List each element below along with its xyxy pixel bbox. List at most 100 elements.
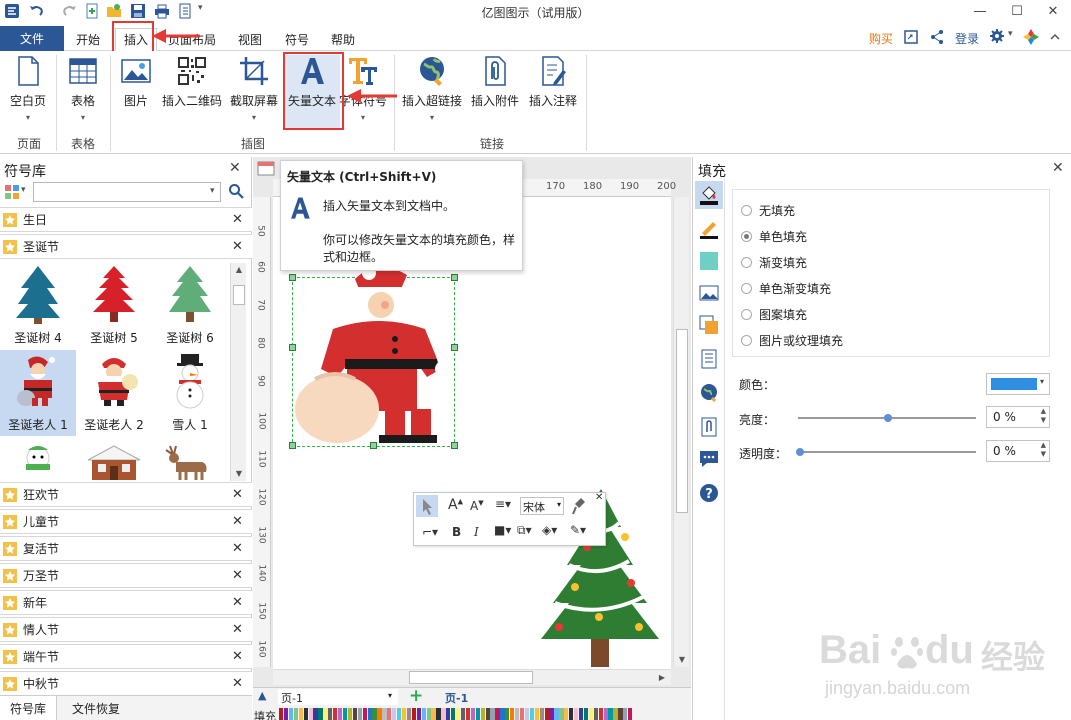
- symbol-snowman-1[interactable]: 雪人 1: [152, 350, 228, 436]
- fill-color-button[interactable]: ◈▾: [542, 523, 557, 537]
- snowman-green-icon[interactable]: [18, 444, 58, 480]
- page-properties-icon[interactable]: [699, 349, 719, 369]
- house-icon[interactable]: [86, 444, 142, 480]
- brightness-slider-knob[interactable]: [884, 414, 892, 422]
- hyperlink-dropdown-icon[interactable]: ▾: [430, 113, 434, 122]
- radio-button[interactable]: [741, 309, 752, 320]
- brightness-slider[interactable]: [798, 414, 976, 422]
- spin-arrows-icon[interactable]: ▲ ▼: [1041, 407, 1046, 425]
- decrease-font-button[interactable]: A▼: [470, 499, 484, 513]
- tab-help[interactable]: 帮助: [323, 28, 363, 51]
- palette-swatch[interactable]: [431, 708, 436, 720]
- tab-view[interactable]: 视图: [230, 28, 270, 51]
- shadow-style-icon[interactable]: [699, 251, 719, 271]
- table-button[interactable]: 表格 ▾: [62, 55, 104, 122]
- palette-swatch[interactable]: [406, 708, 412, 720]
- fill-option-gradient[interactable]: 渐变填充: [741, 254, 807, 271]
- scroll-right-icon[interactable]: ▶: [655, 671, 669, 685]
- radio-button-selected[interactable]: [741, 231, 752, 242]
- palette-swatch[interactable]: [367, 708, 372, 720]
- connector-button[interactable]: ⌐▾: [422, 525, 438, 539]
- scrollbar-thumb[interactable]: [233, 285, 245, 305]
- page-select-dropdown-icon[interactable]: ▾: [388, 691, 392, 700]
- tab-home[interactable]: 开始: [68, 28, 108, 51]
- font-dropdown-icon[interactable]: ▾: [557, 500, 561, 509]
- brightness-input[interactable]: 0 % ▲ ▼: [986, 406, 1050, 428]
- palette-swatch[interactable]: [539, 708, 544, 720]
- search-dropdown-icon[interactable]: ▾: [210, 186, 215, 196]
- font-symbol-dropdown-icon[interactable]: ▾: [361, 113, 365, 122]
- palette-swatch[interactable]: [333, 708, 338, 720]
- palette-swatch[interactable]: [623, 708, 628, 720]
- close-category-icon[interactable]: ✕: [232, 676, 243, 691]
- palette-swatch[interactable]: [441, 708, 446, 720]
- theme-icon[interactable]: [1022, 28, 1040, 46]
- library-menu-icon[interactable]: [4, 184, 20, 200]
- add-page-button[interactable]: +: [409, 686, 423, 706]
- close-category-icon[interactable]: ✕: [232, 649, 243, 664]
- palette-swatch[interactable]: [603, 708, 608, 720]
- palette-swatch[interactable]: [328, 708, 333, 720]
- maximize-button[interactable]: ☐: [1000, 0, 1034, 22]
- help-icon[interactable]: ?: [699, 483, 719, 503]
- palette-swatch[interactable]: [569, 708, 574, 720]
- palette-swatch[interactable]: [293, 708, 299, 720]
- palette-swatch[interactable]: [456, 708, 461, 720]
- document-tab-icon[interactable]: [257, 160, 275, 176]
- color-picker[interactable]: ▾: [986, 373, 1050, 395]
- palette-swatch[interactable]: [500, 708, 505, 720]
- tab-file[interactable]: 文件: [0, 26, 64, 51]
- bold-button[interactable]: B: [452, 525, 461, 539]
- palette-swatch[interactable]: [446, 708, 451, 720]
- insert-attachment-button[interactable]: 插入附件: [468, 55, 522, 109]
- palette-swatch[interactable]: [318, 708, 323, 720]
- palette-swatch[interactable]: [279, 708, 284, 720]
- palette-swatch[interactable]: [283, 708, 289, 720]
- color-palette[interactable]: [279, 708, 633, 720]
- scroll-down-icon[interactable]: ▼: [675, 653, 689, 667]
- screenshot-dropdown-icon[interactable]: ▾: [252, 113, 256, 122]
- palette-swatch[interactable]: [362, 708, 367, 720]
- radio-button[interactable]: [741, 257, 752, 268]
- align-button[interactable]: ≡▾: [495, 497, 511, 511]
- vscroll-thumb[interactable]: [676, 329, 688, 513]
- palette-swatch[interactable]: [608, 708, 613, 720]
- page-tab-1[interactable]: 页-1: [445, 690, 468, 706]
- palette-swatch[interactable]: [583, 708, 589, 720]
- fill-option-none[interactable]: 无填充: [741, 202, 795, 219]
- close-icon[interactable]: ✕: [1052, 160, 1064, 176]
- increase-font-button[interactable]: A▲: [448, 497, 463, 513]
- table-dropdown-icon[interactable]: ▾: [81, 113, 85, 122]
- palette-swatch[interactable]: [313, 708, 318, 720]
- reindeer-icon[interactable]: [162, 444, 212, 480]
- buy-link[interactable]: 购买: [869, 30, 893, 47]
- library-menu-dropdown-icon[interactable]: ▾: [21, 185, 26, 195]
- close-category-icon[interactable]: ✕: [232, 514, 243, 529]
- shadow-button[interactable]: ■▾: [494, 523, 511, 537]
- library-category-easter[interactable]: 复活节 ✕: [0, 536, 252, 561]
- canvas-vertical-scrollbar[interactable]: ▼: [673, 197, 689, 667]
- scroll-down-icon[interactable]: ▼: [232, 467, 246, 481]
- fill-option-solid[interactable]: 单色填充: [741, 228, 807, 245]
- line-style-icon[interactable]: [699, 219, 719, 239]
- palette-swatch[interactable]: [342, 708, 348, 720]
- palette-swatch[interactable]: [352, 708, 358, 720]
- palette-swatch[interactable]: [524, 708, 530, 720]
- format-painter-icon[interactable]: [571, 497, 587, 515]
- palette-swatch[interactable]: [495, 708, 500, 720]
- transparency-slider[interactable]: [796, 448, 976, 456]
- font-family-select[interactable]: 宋体 ▾: [520, 497, 564, 515]
- transparency-input[interactable]: 0 % ▲ ▼: [986, 440, 1050, 462]
- palette-swatch[interactable]: [470, 708, 476, 720]
- comment-icon[interactable]: [699, 449, 719, 469]
- palette-swatch[interactable]: [387, 708, 392, 720]
- library-category-dragon-boat[interactable]: 端午节 ✕: [0, 644, 252, 669]
- palette-swatch[interactable]: [303, 708, 308, 720]
- close-category-icon[interactable]: ✕: [232, 568, 243, 583]
- palette-swatch[interactable]: [436, 708, 441, 720]
- symbol-christmas-tree-5[interactable]: 圣诞树 5: [76, 263, 152, 349]
- radio-button[interactable]: [741, 335, 752, 346]
- close-icon[interactable]: ✕: [229, 160, 241, 176]
- radio-button[interactable]: [741, 205, 752, 216]
- palette-swatch[interactable]: [564, 708, 569, 720]
